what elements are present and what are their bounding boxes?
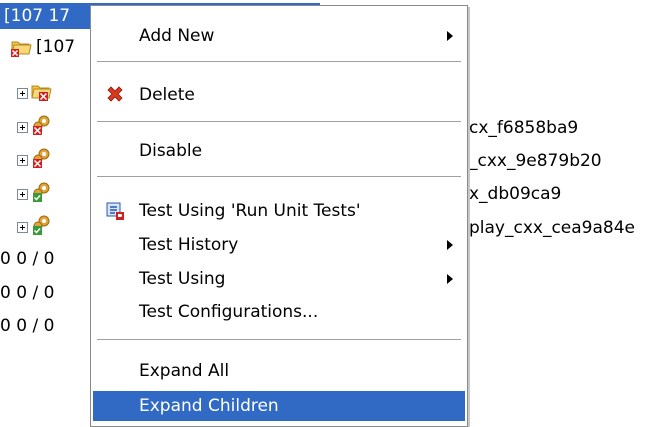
menu-item-test-using-run-unit-tests[interactable]: Test Using 'Run Unit Tests'	[93, 196, 465, 226]
menu-item-label: Delete	[139, 85, 195, 105]
folder-error-icon	[11, 41, 32, 57]
menu-item-test-configurations[interactable]: Test Configurations...	[93, 297, 465, 327]
menu-separator	[97, 176, 461, 178]
result-count-row: 0 0 / 0	[0, 283, 55, 303]
tree-node-label: x_db09ca9	[469, 184, 562, 204]
menu-item-label: Test Using 'Run Unit Tests'	[139, 201, 361, 221]
result-count-row: 0 0 / 0	[0, 249, 55, 269]
expand-toggle[interactable]	[17, 122, 28, 133]
submenu-arrow-icon	[447, 240, 453, 250]
gear-error-icon	[33, 115, 50, 135]
submenu-arrow-icon	[447, 31, 453, 41]
menu-item-label: Expand Children	[139, 396, 279, 416]
selected-node-label: [107 17	[4, 6, 71, 26]
root-node-label: [107	[36, 37, 76, 57]
expand-toggle[interactable]	[17, 222, 28, 233]
menu-item-label: Expand All	[139, 361, 230, 381]
unit-test-run-icon	[106, 202, 124, 220]
gear-pass-icon	[33, 215, 50, 235]
menu-separator	[97, 61, 461, 63]
delete-icon	[107, 86, 123, 102]
tree-root-node[interactable]: [107	[0, 34, 100, 60]
folder-error-icon	[31, 85, 52, 101]
menu-item-delete[interactable]: Delete	[93, 80, 465, 110]
menu-item-test-history[interactable]: Test History	[93, 230, 465, 260]
menu-item-expand-all[interactable]: Expand All	[93, 356, 465, 386]
submenu-arrow-icon	[447, 274, 453, 284]
menu-item-label: Test Using	[139, 269, 226, 289]
menu-item-label: Add New	[139, 26, 215, 46]
menu-item-label: Disable	[139, 141, 203, 161]
expand-toggle[interactable]	[17, 88, 28, 99]
menu-item-test-using[interactable]: Test Using	[93, 264, 465, 294]
tree-node-label: cx_f6858ba9	[469, 118, 579, 138]
context-menu: Add New Delete Disable Test Using 'Run U…	[90, 5, 468, 427]
tree-node-label: _cxx_9e879b20	[469, 151, 602, 171]
menu-item-label: Test History	[139, 235, 239, 255]
result-count-row: 0 0 / 0	[0, 316, 55, 336]
gear-pass-icon	[33, 182, 50, 202]
menu-item-expand-children[interactable]: Expand Children	[93, 391, 465, 421]
menu-separator	[97, 339, 461, 341]
menu-separator	[97, 121, 461, 123]
menu-item-disable[interactable]: Disable	[93, 136, 465, 166]
menu-item-label: Test Configurations...	[139, 302, 319, 322]
expand-toggle[interactable]	[17, 189, 28, 200]
tree-node-label: play_cxx_cea9a84e	[469, 218, 636, 238]
expand-toggle[interactable]	[17, 155, 28, 166]
menu-item-add-new[interactable]: Add New	[93, 21, 465, 51]
gear-error-icon	[33, 148, 50, 168]
